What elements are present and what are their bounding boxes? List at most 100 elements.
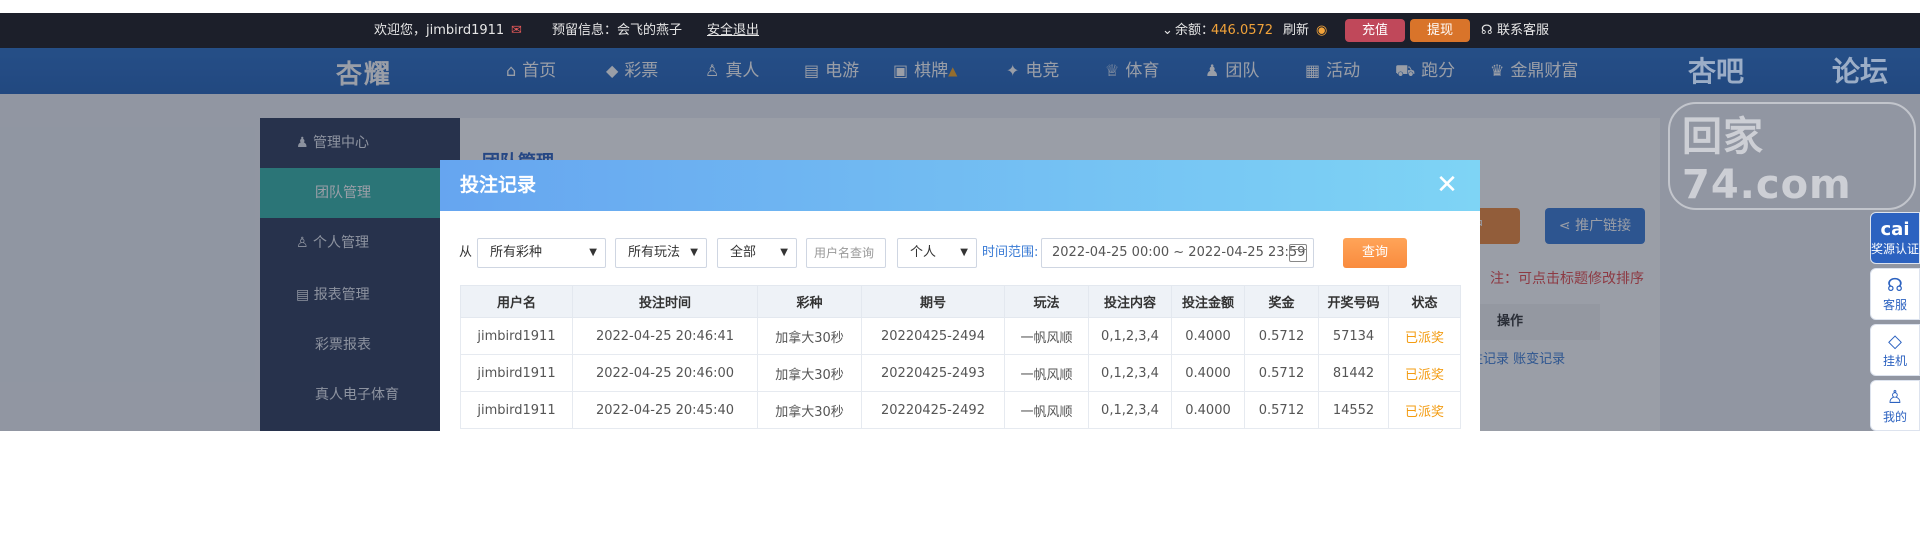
column-header[interactable]: 奖金	[1244, 285, 1319, 318]
time-range-label: 时间范围:	[982, 245, 1039, 260]
support-float-button[interactable]: ☊ 客服	[1870, 268, 1920, 320]
forum-watermark: 杏吧 论坛 回家74.com	[1660, 50, 1916, 210]
lottery-select-value: 所有彩种	[490, 245, 543, 260]
table-row[interactable]: jimbird1911 2022-04-25 20:46:00 加拿大30秒 2…	[460, 354, 1461, 392]
column-header[interactable]: 期号	[861, 285, 1005, 318]
status-badge: 已派奖	[1388, 391, 1461, 429]
table-cell: 2022-04-25 20:45:40	[572, 391, 758, 429]
hangup-label: 挂机	[1882, 354, 1907, 368]
query-button[interactable]: 查询	[1343, 238, 1407, 268]
table-cell: 14552	[1318, 391, 1389, 429]
column-header[interactable]: 彩种	[757, 285, 862, 318]
table-cell: 加拿大30秒	[757, 317, 862, 355]
chevron-down-icon[interactable]: ⌄	[1162, 13, 1173, 48]
table-row[interactable]: jimbird1911 2022-04-25 20:45:40 加拿大30秒 2…	[460, 391, 1461, 429]
table-cell: 0.4000	[1171, 317, 1245, 355]
from-label: 从	[459, 245, 473, 260]
table-cell: 0.4000	[1171, 354, 1245, 392]
message-icon[interactable]: ✉	[511, 13, 522, 48]
column-header[interactable]: 状态	[1388, 285, 1461, 318]
refresh-link[interactable]: 刷新	[1283, 13, 1309, 48]
table-cell: 一帆风顺	[1004, 317, 1089, 355]
username-search-input[interactable]	[806, 238, 886, 268]
column-header[interactable]: 投注内容	[1088, 285, 1172, 318]
chevron-down-icon: ▼	[960, 247, 968, 258]
table-cell: 0.4000	[1171, 391, 1245, 429]
table-cell: jimbird1911	[460, 317, 573, 355]
bet-records-table: 用户名 投注时间 彩种 期号 玩法 投注内容 投注金额 奖金 开奖号码 状态 j…	[460, 285, 1461, 429]
welcome-text: 欢迎您，jimbird1911	[374, 23, 505, 38]
withdraw-button[interactable]: 提现	[1410, 19, 1470, 42]
table-cell: 0.5712	[1244, 391, 1319, 429]
table-cell: 0,1,2,3,4	[1088, 391, 1172, 429]
column-header[interactable]: 开奖号码	[1318, 285, 1389, 318]
table-cell: 20220425-2494	[861, 317, 1005, 355]
table-cell: 0,1,2,3,4	[1088, 317, 1172, 355]
lottery-select[interactable]: 所有彩种 ▼	[477, 238, 606, 268]
top-info-bar: 欢迎您，jimbird1911 ✉ 预留信息：会飞的燕子 安全退出 ⌄ 余额： …	[0, 13, 1920, 48]
balance-value: 446.0572	[1211, 23, 1274, 38]
calendar-icon	[1289, 244, 1307, 262]
cai-icon: cai	[1880, 219, 1910, 240]
chevron-down-icon: ▼	[589, 247, 597, 258]
cert-label: 奖源认证	[1871, 242, 1920, 256]
chevron-down-icon: ▼	[780, 247, 788, 258]
table-cell: 一帆风顺	[1004, 354, 1089, 392]
table-cell: 20220425-2492	[861, 391, 1005, 429]
watermark-text-1: 杏吧	[1688, 55, 1745, 88]
table-cell: 81442	[1318, 354, 1389, 392]
cert-button[interactable]: cai 奖源认证	[1870, 212, 1920, 264]
watermark-text-3: 回家74.com	[1668, 102, 1916, 210]
table-cell: 2022-04-25 20:46:00	[572, 354, 758, 392]
table-cell: 20220425-2493	[861, 354, 1005, 392]
scope-select[interactable]: 个人 ▼	[897, 238, 977, 268]
table-cell: jimbird1911	[460, 391, 573, 429]
status-select[interactable]: 全部 ▼	[717, 238, 797, 268]
headset-icon[interactable]: ☊	[1481, 13, 1493, 48]
recharge-button[interactable]: 充值	[1345, 19, 1405, 42]
balance-label: 余额：	[1175, 23, 1215, 38]
modal-header: 投注记录 ✕	[440, 160, 1480, 211]
play-select-value: 所有玩法	[628, 245, 681, 260]
column-header[interactable]: 玩法	[1004, 285, 1089, 318]
filter-bar: 从 所有彩种 ▼ 所有玩法 ▼ 全部 ▼ 个人 ▼ 时间范围: 2022-04-25 0…	[440, 238, 1480, 270]
top-strip	[0, 0, 1920, 13]
table-cell: 一帆风顺	[1004, 391, 1089, 429]
mine-label: 我的	[1882, 410, 1907, 424]
play-select[interactable]: 所有玩法 ▼	[615, 238, 707, 268]
table-cell: jimbird1911	[460, 354, 573, 392]
eye-hidden-icon[interactable]: ◉	[1316, 13, 1327, 48]
chevron-down-icon: ▼	[690, 247, 698, 258]
support-float-label: 客服	[1882, 298, 1907, 312]
status-badge: 已派奖	[1388, 354, 1461, 392]
status-select-value: 全部	[730, 245, 757, 260]
column-header[interactable]: 投注金额	[1171, 285, 1245, 318]
mine-button[interactable]: ♙ 我的	[1870, 380, 1920, 431]
support-link[interactable]: 联系客服	[1497, 13, 1549, 48]
bet-records-modal: 投注记录 ✕ 从 所有彩种 ▼ 所有玩法 ▼ 全部 ▼ 个人 ▼ 时间范围: 2022-…	[440, 160, 1480, 431]
table-cell: 0,1,2,3,4	[1088, 354, 1172, 392]
table-cell: 0.5712	[1244, 317, 1319, 355]
column-header[interactable]: 用户名	[460, 285, 573, 318]
table-cell: 加拿大30秒	[757, 354, 862, 392]
close-icon[interactable]: ✕	[1432, 170, 1462, 200]
user-icon: ♙	[1886, 387, 1904, 408]
reserved-info: 预留信息：会飞的燕子	[552, 23, 683, 38]
table-row[interactable]: jimbird1911 2022-04-25 20:46:41 加拿大30秒 2…	[460, 317, 1461, 355]
modal-title: 投注记录	[460, 174, 537, 196]
watermark-text-2: 论坛	[1832, 55, 1889, 88]
column-header[interactable]: 投注时间	[572, 285, 758, 318]
diamond-icon: ◇	[1888, 331, 1902, 352]
status-badge: 已派奖	[1388, 317, 1461, 355]
scope-select-value: 个人	[910, 245, 937, 260]
table-header-row: 用户名 投注时间 彩种 期号 玩法 投注内容 投注金额 奖金 开奖号码 状态	[460, 285, 1461, 318]
date-range-value: 2022-04-25 00:00 ~ 2022-04-25 23:59	[1052, 245, 1306, 260]
logout-link[interactable]: 安全退出	[707, 13, 759, 48]
table-cell: 加拿大30秒	[757, 391, 862, 429]
date-range-input[interactable]: 2022-04-25 00:00 ~ 2022-04-25 23:59	[1041, 238, 1314, 268]
table-cell: 57134	[1318, 317, 1389, 355]
table-cell: 0.5712	[1244, 354, 1319, 392]
hangup-button[interactable]: ◇ 挂机	[1870, 324, 1920, 376]
table-cell: 2022-04-25 20:46:41	[572, 317, 758, 355]
headset-icon: ☊	[1887, 275, 1903, 296]
